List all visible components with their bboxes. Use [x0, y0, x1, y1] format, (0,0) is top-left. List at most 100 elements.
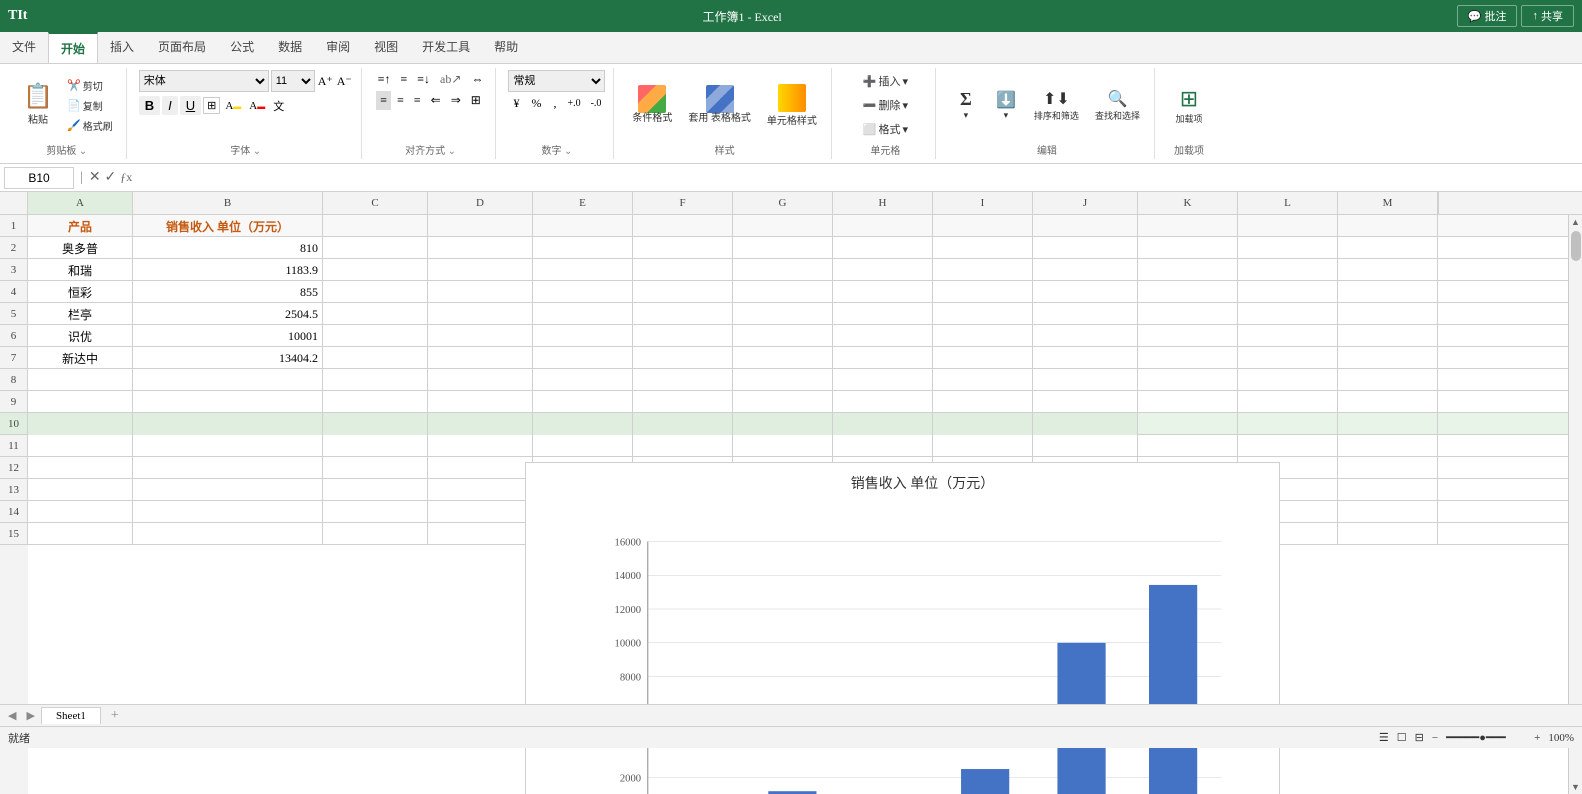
cell-e5[interactable]: [533, 303, 633, 325]
cell-b12[interactable]: [133, 457, 323, 479]
cell-g2[interactable]: [733, 237, 833, 259]
cell-b2[interactable]: 810: [133, 237, 323, 259]
cell-k2[interactable]: [1138, 237, 1238, 259]
cell-j3[interactable]: [1033, 259, 1138, 281]
formula-input[interactable]: [136, 171, 1578, 185]
cell-h7[interactable]: [833, 347, 933, 369]
cell-l11[interactable]: [1238, 435, 1338, 457]
cell-c4[interactable]: [323, 281, 428, 303]
insert-cells-button[interactable]: ➕ 插入 ▾: [858, 70, 913, 92]
cell-m7[interactable]: [1338, 347, 1438, 369]
align-left-button[interactable]: ≡: [376, 91, 391, 110]
cell-f5[interactable]: [633, 303, 733, 325]
cell-b3[interactable]: 1183.9: [133, 259, 323, 281]
cell-b15[interactable]: [133, 523, 323, 545]
cell-f11[interactable]: [633, 435, 733, 457]
cell-h1[interactable]: [833, 215, 933, 237]
cell-i2[interactable]: [933, 237, 1033, 259]
paste-button[interactable]: 📋 粘贴: [16, 76, 60, 135]
col-header-d[interactable]: D: [428, 192, 533, 214]
tab-home[interactable]: 开始: [48, 32, 98, 63]
cell-h6[interactable]: [833, 325, 933, 347]
sheet-tab-sheet1[interactable]: Sheet1: [41, 707, 101, 724]
cell-i6[interactable]: [933, 325, 1033, 347]
cell-d15[interactable]: [428, 523, 533, 545]
cell-d12[interactable]: [428, 457, 533, 479]
tab-file[interactable]: 文件: [0, 32, 48, 63]
cell-h10[interactable]: [833, 413, 933, 435]
view-layout-icon[interactable]: ☐: [1397, 731, 1407, 744]
find-select-button[interactable]: 🔍 查找和选择: [1089, 85, 1146, 126]
cell-f2[interactable]: [633, 237, 733, 259]
cell-b5[interactable]: 2504.5: [133, 303, 323, 325]
cell-c5[interactable]: [323, 303, 428, 325]
cell-m11[interactable]: [1338, 435, 1438, 457]
row-num-12[interactable]: 12: [0, 457, 28, 479]
cell-c10[interactable]: [323, 413, 428, 435]
cell-d7[interactable]: [428, 347, 533, 369]
cell-b11[interactable]: [133, 435, 323, 457]
row-num-14[interactable]: 14: [0, 501, 28, 523]
sheet-nav-right[interactable]: ▶: [22, 707, 38, 724]
cell-c9[interactable]: [323, 391, 428, 413]
align-right-button[interactable]: ≡: [410, 91, 425, 110]
cell-i7[interactable]: [933, 347, 1033, 369]
cell-d13[interactable]: [428, 479, 533, 501]
cell-a13[interactable]: [28, 479, 133, 501]
cell-b6[interactable]: 10001: [133, 325, 323, 347]
cell-l4[interactable]: [1238, 281, 1338, 303]
cell-f6[interactable]: [633, 325, 733, 347]
cell-h9[interactable]: [833, 391, 933, 413]
sheet-nav-left[interactable]: ◀: [4, 707, 20, 724]
cell-c3[interactable]: [323, 259, 428, 281]
merge-center-button[interactable]: ⊞: [467, 91, 485, 110]
row-num-10[interactable]: 10: [0, 413, 28, 435]
cell-j11[interactable]: [1033, 435, 1138, 457]
col-header-c[interactable]: C: [323, 192, 428, 214]
cell-d11[interactable]: [428, 435, 533, 457]
cell-g3[interactable]: [733, 259, 833, 281]
cell-l8[interactable]: [1238, 369, 1338, 391]
cell-m12[interactable]: [1338, 457, 1438, 479]
copy-button[interactable]: 📄 复制: [62, 96, 118, 115]
cell-m9[interactable]: [1338, 391, 1438, 413]
cell-a5[interactable]: 栏亭: [28, 303, 133, 325]
cell-m13[interactable]: [1338, 479, 1438, 501]
cell-b1[interactable]: 销售收入 单位（万元）: [133, 215, 323, 237]
increase-font-button[interactable]: A⁺: [317, 73, 334, 90]
cell-m5[interactable]: [1338, 303, 1438, 325]
row-num-2[interactable]: 2: [0, 237, 28, 259]
col-header-m[interactable]: M: [1338, 192, 1438, 214]
view-page-break-icon[interactable]: ⊟: [1415, 731, 1424, 744]
cell-g1[interactable]: [733, 215, 833, 237]
cancel-formula-icon[interactable]: ✕: [89, 169, 101, 186]
cell-i4[interactable]: [933, 281, 1033, 303]
cell-j10[interactable]: [1033, 413, 1138, 435]
decimal-increase-button[interactable]: +.0: [563, 96, 584, 111]
cell-b9[interactable]: [133, 391, 323, 413]
cell-i11[interactable]: [933, 435, 1033, 457]
cell-l9[interactable]: [1238, 391, 1338, 413]
cell-a8[interactable]: [28, 369, 133, 391]
cell-c14[interactable]: [323, 501, 428, 523]
cell-m15[interactable]: [1338, 523, 1438, 545]
cell-a15[interactable]: [28, 523, 133, 545]
font-color-button[interactable]: A▬: [246, 99, 268, 113]
cell-a1[interactable]: 产品: [28, 215, 133, 237]
percent-button[interactable]: %: [526, 94, 546, 113]
tab-view[interactable]: 视图: [362, 32, 410, 63]
cell-i1[interactable]: [933, 215, 1033, 237]
cell-a7[interactable]: 新达中: [28, 347, 133, 369]
fill-color-button[interactable]: A▬: [222, 99, 244, 113]
cell-m2[interactable]: [1338, 237, 1438, 259]
conditional-format-button[interactable]: 条件格式: [626, 81, 678, 129]
align-bottom-button[interactable]: ≡↓: [413, 70, 434, 89]
cut-button[interactable]: ✂️ 剪切: [62, 76, 118, 95]
col-header-h[interactable]: H: [833, 192, 933, 214]
align-top-button[interactable]: ≡↑: [374, 70, 395, 89]
cell-b10[interactable]: [133, 413, 323, 435]
font-size-select[interactable]: 11: [271, 70, 315, 92]
scroll-up-arrow[interactable]: ▲: [1569, 215, 1582, 229]
cell-m3[interactable]: [1338, 259, 1438, 281]
cell-h3[interactable]: [833, 259, 933, 281]
